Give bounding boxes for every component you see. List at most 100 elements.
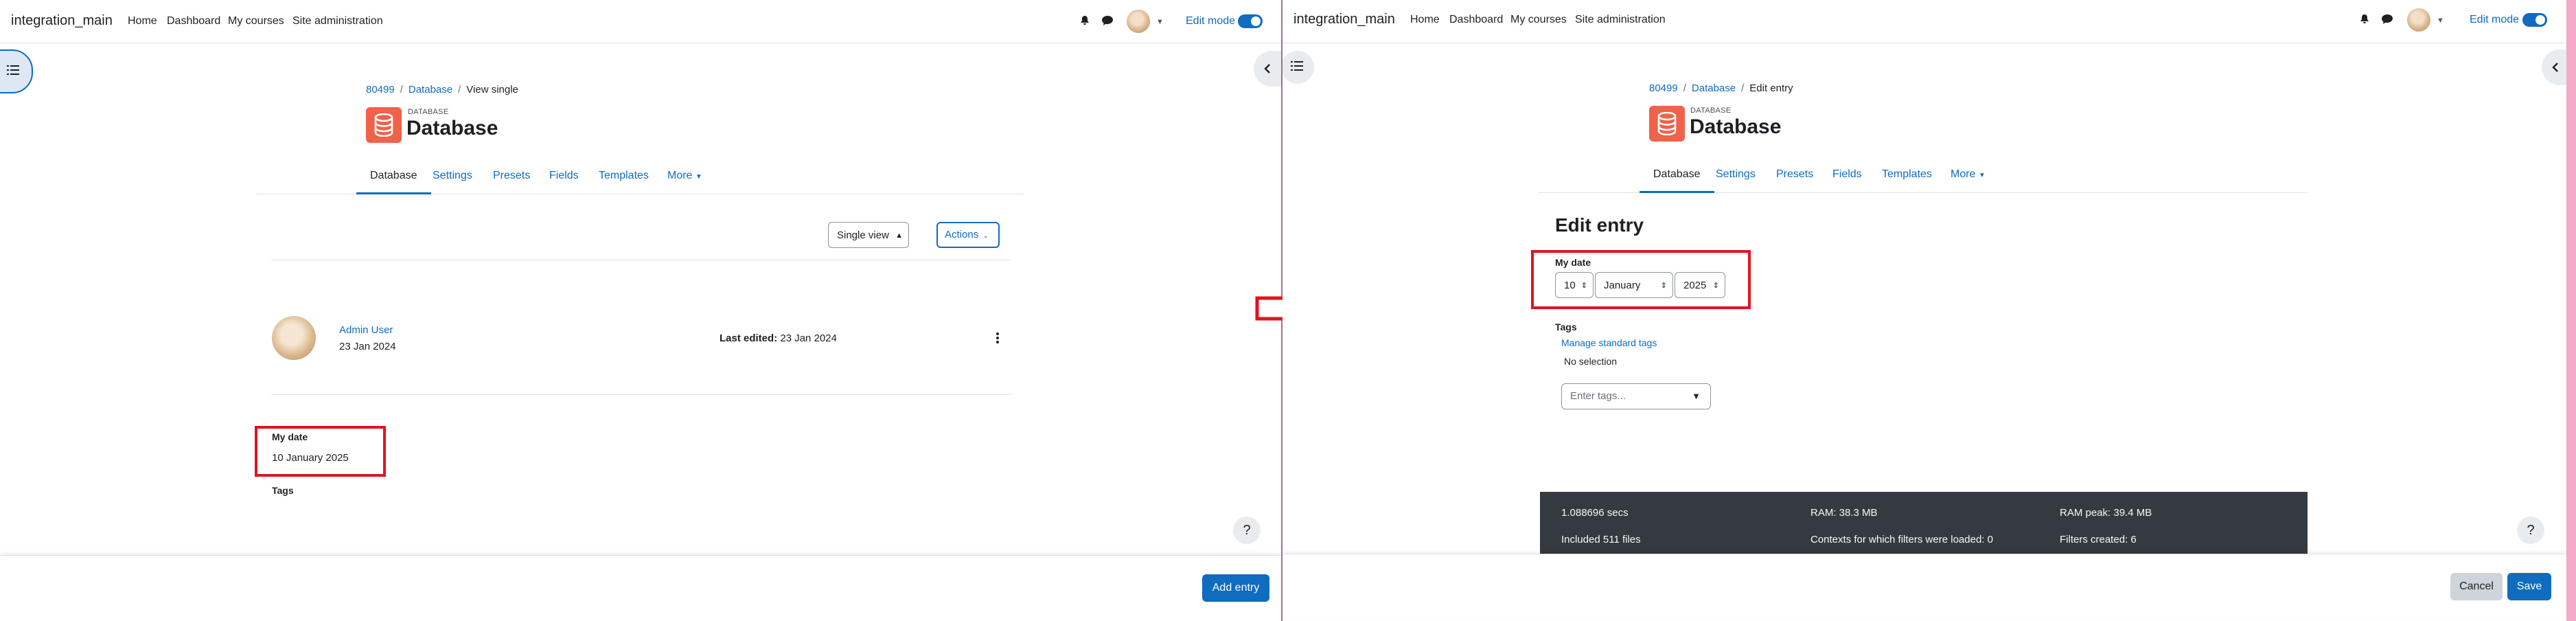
last-edited: Last edited: 23 Jan 2024 — [720, 332, 837, 344]
tab-more[interactable]: More ▼ — [1951, 158, 1986, 191]
right-screenshot-panel: integration_main Home Dashboard My cours… — [1283, 0, 2576, 621]
actions-menu-button[interactable]: Actions ⌄ — [936, 222, 1000, 248]
tags-label: Tags — [1555, 321, 1577, 332]
month-select[interactable]: January ⇕ — [1595, 272, 1673, 298]
edit-mode-label: Edit mode — [1186, 15, 1236, 27]
breadcrumb: 80499/Database / View single — [366, 84, 518, 95]
perf-contexts: Contexts for which filters were loaded: … — [1810, 534, 1993, 545]
last-edited-value: 23 Jan 2024 — [780, 332, 837, 344]
divider — [271, 394, 1011, 395]
tab-templates[interactable]: Templates — [1882, 158, 1932, 191]
user-menu-chevron-down-icon[interactable]: ▼ — [2437, 16, 2444, 25]
nav-dashboard[interactable]: Dashboard — [167, 15, 220, 27]
page-title: Database — [406, 117, 498, 139]
open-block-drawer-button[interactable] — [1254, 51, 1281, 87]
no-selection-text: No selection — [1564, 356, 1618, 367]
entry-author-avatar[interactable] — [272, 316, 316, 360]
manage-standard-tags-link[interactable]: Manage standard tags — [1561, 337, 1657, 348]
month-select-value: January — [1604, 280, 1641, 291]
tab-templates[interactable]: Templates — [599, 159, 649, 192]
help-button[interactable]: ? — [2517, 517, 2544, 544]
breadcrumb-database-link[interactable]: Database — [1692, 82, 1736, 94]
edit-entry-heading: Edit entry — [1555, 214, 1644, 236]
notifications-bell-icon[interactable] — [1079, 15, 1090, 26]
tab-settings[interactable]: Settings — [433, 159, 472, 192]
perf-files: Included 511 files — [1561, 534, 1641, 545]
tab-settings[interactable]: Settings — [1716, 158, 1756, 191]
entry-menu-kebab-icon[interactable] — [996, 331, 1000, 345]
view-mode-select[interactable]: Single view ▲ — [828, 222, 909, 248]
edit-mode-toggle[interactable] — [2522, 13, 2547, 27]
tab-presets[interactable]: Presets — [493, 159, 530, 192]
nav-home[interactable]: Home — [128, 15, 157, 27]
chevron-down-icon: ⌄ — [982, 232, 989, 240]
tab-more-label: More — [667, 170, 693, 181]
nav-site-administration[interactable]: Site administration — [1575, 14, 1666, 26]
tab-database[interactable]: Database — [1640, 158, 1714, 193]
messages-chat-icon[interactable] — [2381, 14, 2393, 25]
list-icon — [7, 65, 19, 75]
nav-site-administration[interactable]: Site administration — [292, 15, 383, 27]
site-name[interactable]: integration_main — [1293, 12, 1395, 27]
field-value-my-date: 10 January 2025 — [272, 452, 349, 464]
nav-my-courses[interactable]: My courses — [228, 15, 284, 27]
secondary-navigation: Database Settings Presets Fields Templat… — [1539, 158, 2308, 193]
breadcrumb-database-link[interactable]: Database — [409, 84, 452, 95]
tab-more[interactable]: More ▼ — [667, 159, 702, 192]
perf-secs: 1.088696 secs — [1561, 507, 1629, 519]
tags-label: Tags — [272, 485, 294, 496]
user-avatar[interactable] — [1127, 10, 1150, 33]
chevron-down-icon: ▼ — [1978, 172, 1986, 179]
notifications-bell-icon[interactable] — [2359, 14, 2370, 25]
field-label-my-date: My date — [1555, 257, 1591, 268]
nav-home[interactable]: Home — [1410, 14, 1440, 26]
view-mode-select-value: Single view — [837, 229, 889, 241]
select-arrows-icon: ⇕ — [1580, 282, 1587, 290]
year-select[interactable]: 2025 ⇕ — [1675, 272, 1725, 298]
open-course-index-button[interactable] — [1283, 51, 1314, 84]
select-arrows-icon: ⇕ — [1712, 282, 1719, 290]
tab-fields[interactable]: Fields — [1832, 158, 1862, 191]
help-button[interactable]: ? — [1233, 517, 1261, 544]
tab-database[interactable]: Database — [356, 159, 431, 194]
perf-ram: RAM: 38.3 MB — [1810, 507, 1878, 519]
field-label-my-date: My date — [272, 431, 308, 442]
tab-fields[interactable]: Fields — [549, 159, 579, 192]
database-activity-icon — [366, 107, 402, 143]
chevron-left-icon — [1264, 64, 1270, 74]
module-type-label: DATABASE — [408, 108, 449, 116]
entry-date: 23 Jan 2024 — [339, 341, 396, 352]
site-name[interactable]: integration_main — [11, 13, 113, 29]
top-navbar: integration_main Home Dashboard My cours… — [0, 0, 1281, 43]
page-title: Database — [1690, 115, 1782, 138]
list-icon — [1291, 61, 1303, 71]
add-entry-button[interactable]: Add entry — [1202, 574, 1269, 602]
tab-presets[interactable]: Presets — [1776, 158, 1813, 191]
save-button[interactable]: Save — [2507, 573, 2551, 600]
day-select[interactable]: 10 ⇕ — [1555, 272, 1594, 298]
chevron-down-icon: ▼ — [695, 173, 702, 181]
user-menu-chevron-down-icon[interactable]: ▼ — [1156, 18, 1164, 26]
performance-info-panel: 1.088696 secs RAM: 38.3 MB RAM peak: 39.… — [1540, 492, 2308, 561]
tags-input[interactable]: Enter tags... ▼ — [1561, 383, 1711, 409]
edit-mode-toggle[interactable] — [1238, 14, 1263, 28]
nav-my-courses[interactable]: My courses — [1510, 14, 1567, 26]
edit-mode-label: Edit mode — [2470, 14, 2520, 25]
top-navbar: integration_main Home Dashboard My cours… — [1283, 0, 2576, 43]
last-edited-label: Last edited: — [720, 332, 778, 344]
caret-down-icon: ▼ — [1692, 391, 1701, 401]
window-edge-bar — [2566, 0, 2576, 621]
secondary-navigation: Database Settings Presets Fields Templat… — [255, 159, 1024, 194]
entry-author-link[interactable]: Admin User — [339, 324, 393, 336]
year-select-value: 2025 — [1683, 280, 1707, 291]
left-screenshot-panel: integration_main Home Dashboard My cours… — [0, 0, 1281, 621]
select-arrows-icon: ▲ — [895, 232, 903, 240]
breadcrumb-course-link[interactable]: 80499 — [1649, 82, 1678, 94]
open-course-index-button[interactable] — [0, 49, 33, 93]
cancel-button[interactable]: Cancel — [2450, 573, 2503, 600]
messages-chat-icon[interactable] — [1101, 15, 1114, 26]
user-avatar[interactable] — [2407, 8, 2430, 32]
breadcrumb-course-link[interactable]: 80499 — [366, 84, 395, 95]
nav-dashboard[interactable]: Dashboard — [1449, 14, 1503, 26]
perf-ram-peak: RAM peak: 39.4 MB — [2060, 507, 2152, 519]
